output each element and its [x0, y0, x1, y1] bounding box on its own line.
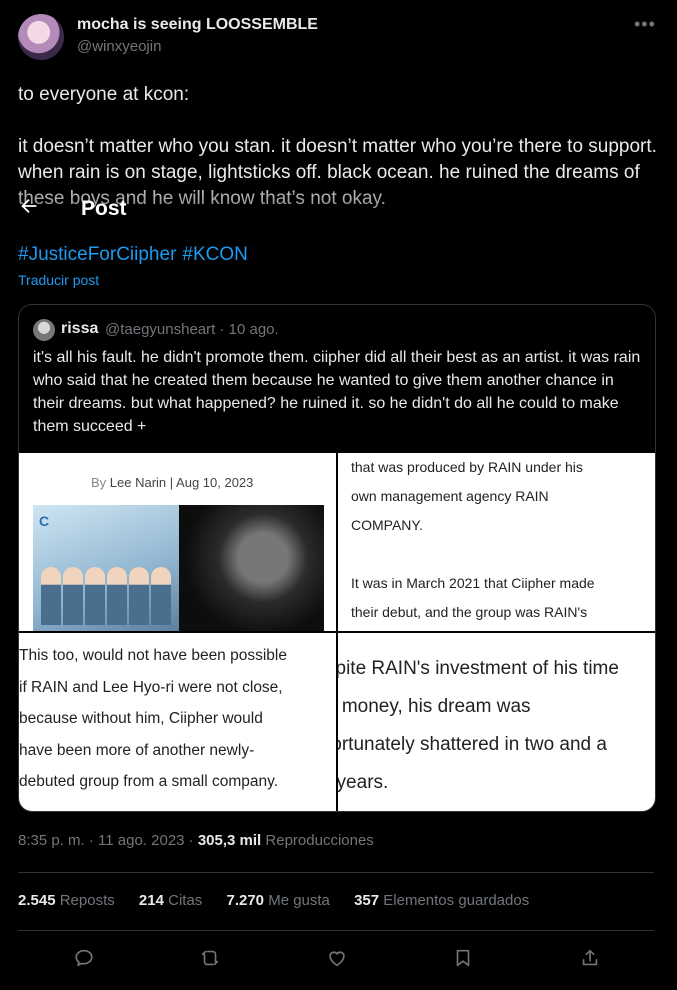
quoted-post[interactable]: rissa @taegyunsheart · 10 ago. it's all … [18, 304, 656, 812]
ciipher-logo: C [39, 513, 50, 529]
article-line: that was produced by RAIN under his [351, 459, 583, 475]
member-figure [41, 567, 61, 625]
article-line: have been more of another newly- [19, 741, 255, 759]
tweet-line-intro: to everyone at kcon: [18, 84, 190, 105]
reposts-label: Reposts [59, 892, 115, 909]
article-line: This too, would not have been possible [19, 647, 287, 664]
article-line [338, 540, 655, 569]
reposts-count: 2.545 [18, 892, 56, 909]
member-figure [63, 567, 83, 625]
article-line: d money, his dream was [338, 696, 531, 717]
post-meta: 8:35 p. m. · 11 ago. 2023 · 305,3 mil Re… [18, 832, 374, 849]
article-line: because without him, Ciipher would [19, 710, 263, 727]
byline-prefix: By [91, 475, 107, 490]
member-figure [129, 567, 149, 625]
translate-link[interactable]: Traducir post [18, 272, 99, 288]
portrait-photo [179, 505, 324, 631]
byline-text: Lee Narin | Aug 10, 2023 [109, 475, 254, 490]
hashtag-link[interactable]: #JusticeForCiipher [18, 244, 176, 265]
header-title: Post [81, 197, 127, 220]
quoted-text: it's all his fault. he didn't promote th… [33, 349, 641, 435]
member-figure [151, 567, 171, 625]
member-figure [85, 567, 105, 625]
group-photo: C [33, 505, 179, 631]
article-line: spite RAIN's investment of his time [338, 658, 619, 679]
share-icon[interactable] [576, 944, 604, 972]
reply-icon[interactable] [70, 944, 98, 972]
article-byline: By Lee Narin | Aug 10, 2023 [91, 475, 253, 490]
views-label: Reproducciones [261, 832, 374, 849]
article-line: own management agency RAIN [351, 488, 549, 504]
reposts-stat[interactable]: 2.545 Reposts [18, 892, 115, 909]
author-handle[interactable]: @winxyeojin [77, 38, 161, 55]
author-avatar[interactable] [18, 14, 64, 60]
author-name[interactable]: mocha is seeing LOOSSEMBLE [77, 16, 318, 34]
likes-count: 7.270 [226, 892, 265, 909]
article-line: debuted group from a small company. [19, 773, 279, 790]
member-figure [107, 567, 127, 625]
bookmarks-count: 357 [354, 892, 380, 909]
hashtag-link[interactable]: #KCON [182, 244, 247, 265]
bookmark-icon[interactable] [449, 944, 477, 972]
quotes-stat[interactable]: 214 Citas [139, 892, 202, 909]
quoted-image-article-text-1[interactable]: that was produced by RAIN under his own … [338, 453, 655, 649]
likes-label: Me gusta [268, 892, 330, 909]
action-bar [0, 944, 677, 972]
engagement-stats: 2.545 Reposts 214 Citas 7.270 Me gusta 3… [18, 892, 549, 909]
quotes-count: 214 [138, 892, 164, 909]
article-line: if RAIN and Lee Hyo-ri were not close, [19, 678, 283, 696]
view-count: 305,3 mil [197, 832, 262, 849]
bookmarks-stat[interactable]: 357 Elementos guardados [354, 892, 529, 909]
article-line: It was in March 2021 that Ciipher made [351, 575, 595, 591]
arrow-left-icon[interactable] [18, 195, 40, 224]
article-line: their debut, and the group was RAIN's [351, 604, 588, 620]
quoted-image-article-text-3[interactable]: spite RAIN's investment of his time d mo… [338, 633, 655, 811]
quoted-author-name: rissa [61, 320, 99, 337]
quotes-label: Citas [168, 892, 203, 909]
group-members [41, 567, 171, 625]
like-icon[interactable] [323, 944, 351, 972]
tweet-text: to everyone at kcon: it doesn’t matter w… [18, 82, 658, 212]
hashtags: #JusticeForCiipher #KCON [18, 244, 254, 266]
quoted-author-handle: @taegyunsheart · 10 ago. [105, 321, 279, 338]
quoted-image-article-header[interactable]: By Lee Narin | Aug 10, 2023 C [19, 453, 336, 631]
likes-stat[interactable]: 7.270 Me gusta [226, 892, 329, 909]
bookmarks-label: Elementos guardados [383, 892, 530, 909]
divider [18, 930, 654, 931]
article-line: COMPANY. [351, 517, 423, 533]
article-line: f years. [338, 772, 389, 793]
article-line: fortunately shattered in two and a [338, 734, 607, 755]
repost-icon[interactable] [196, 944, 224, 972]
quoted-image-article-text-2[interactable]: This too, would not have been possible i… [19, 633, 336, 811]
divider [18, 872, 654, 873]
post-timestamp[interactable]: 8:35 p. m. · 11 ago. 2023 · [18, 832, 198, 849]
quoted-avatar [33, 319, 55, 341]
more-options-icon[interactable]: ••• [634, 14, 656, 35]
